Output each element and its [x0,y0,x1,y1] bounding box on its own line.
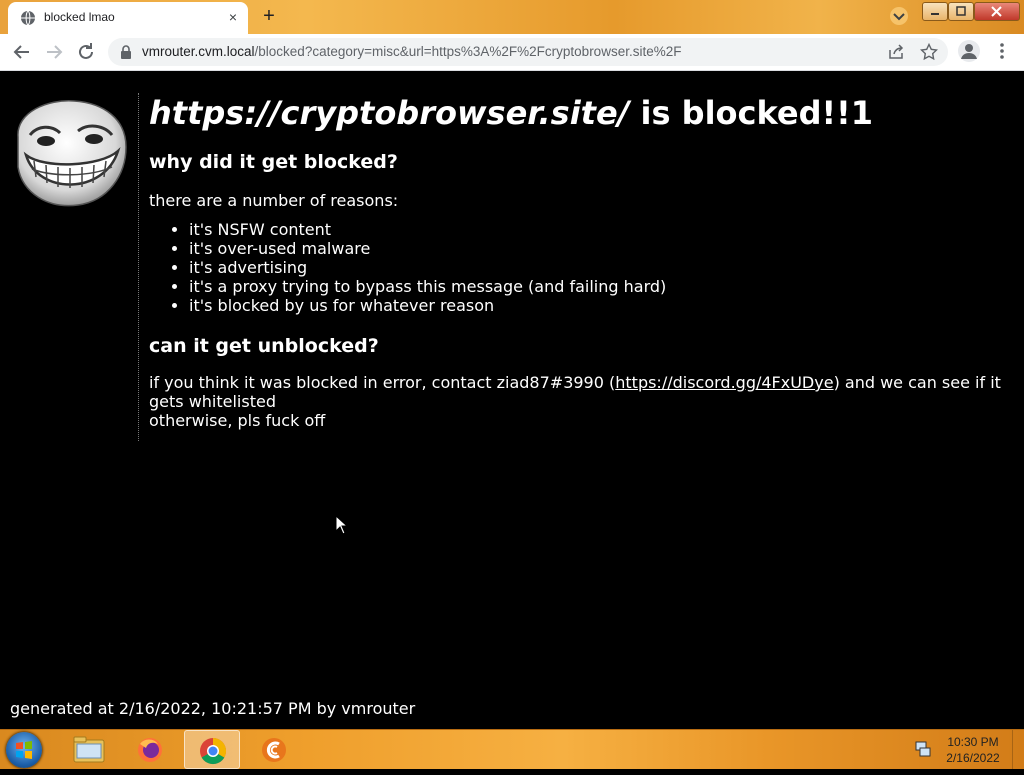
clock-date: 2/16/2022 [946,751,1000,765]
url-host: vmrouter.cvm.local [142,44,255,59]
taskbar-ccleaner[interactable] [246,730,302,769]
window-controls [922,2,1020,21]
tab-search-icon[interactable] [888,6,910,26]
minimize-button[interactable] [922,2,948,21]
network-icon[interactable] [914,740,932,758]
list-item: it's a proxy trying to bypass this messa… [189,277,1021,296]
taskbar-clock[interactable]: 10:30 PM 2/16/2022 [940,734,1006,766]
generated-footer: generated at 2/16/2022, 10:21:57 PM by v… [10,699,416,718]
clock-time: 10:30 PM [947,735,999,749]
unblock-text: if you think it was blocked in error, co… [149,373,1021,430]
blocked-suffix: is blocked!!1 [629,94,873,132]
mouse-cursor-icon [335,515,349,535]
show-desktop-button[interactable] [1012,730,1024,769]
back-icon[interactable] [10,40,34,64]
globe-icon [21,10,35,26]
bookmark-star-icon[interactable] [920,43,938,61]
unblock-text-line2: otherwise, pls fuck off [149,411,326,430]
trollface-image [17,100,127,207]
start-button[interactable] [6,732,42,768]
forward-icon[interactable] [42,40,66,64]
discord-link[interactable]: https://discord.gg/4FxUDye [615,373,833,392]
taskbar: 10:30 PM 2/16/2022 [0,729,1024,769]
list-item: it's NSFW content [189,220,1021,239]
firefox-icon [138,738,162,762]
browser-toolbar: vmrouter.cvm.local/blocked?category=misc… [0,34,1024,71]
maximize-button[interactable] [948,2,974,21]
browser-titlebar: blocked lmao × + [0,0,1024,34]
blocked-url: https://cryptobrowser.site/ [149,94,630,132]
file-explorer-icon [73,736,105,763]
reasons-list: it's NSFW content it's over-used malware… [149,220,1021,315]
content-divider [138,93,139,441]
url-text[interactable]: vmrouter.cvm.local/blocked?category=misc… [142,44,681,59]
new-tab-button[interactable]: + [258,5,280,27]
taskbar-firefox[interactable] [122,730,178,769]
more-menu-icon[interactable] [994,42,1010,60]
reload-icon[interactable] [74,40,98,64]
chrome-icon [200,737,227,765]
taskbar-chrome[interactable] [184,730,240,769]
page-title: https://cryptobrowser.site/ is blocked!!… [149,91,1021,135]
why-heading: why did it get blocked? [149,151,398,173]
windows-logo-icon [16,741,32,759]
address-bar[interactable]: vmrouter.cvm.local/blocked?category=misc… [108,38,948,66]
lock-icon[interactable] [120,45,132,59]
profile-avatar-icon[interactable] [958,40,980,62]
list-item: it's advertising [189,258,1021,277]
taskbar-file-explorer[interactable] [60,730,116,769]
ccleaner-icon [262,738,286,762]
url-path: /blocked?category=misc&url=https%3A%2F%2… [254,44,682,59]
list-item: it's over-used malware [189,239,1021,258]
reasons-intro: there are a number of reasons: [149,191,399,210]
block-message: https://cryptobrowser.site/ is blocked!!… [149,91,1021,430]
tab-close-button[interactable]: × [224,8,242,26]
list-item: it's blocked by us for whatever reason [189,296,1021,315]
unblock-heading: can it get unblocked? [149,335,379,357]
page-content: https://cryptobrowser.site/ is blocked!!… [0,71,1024,729]
tab-title: blocked lmao [44,10,115,24]
tab-blocked[interactable]: blocked lmao × [8,2,248,34]
close-window-button[interactable] [974,2,1020,21]
share-icon[interactable] [888,44,904,60]
unblock-text-before: if you think it was blocked in error, co… [149,373,616,392]
